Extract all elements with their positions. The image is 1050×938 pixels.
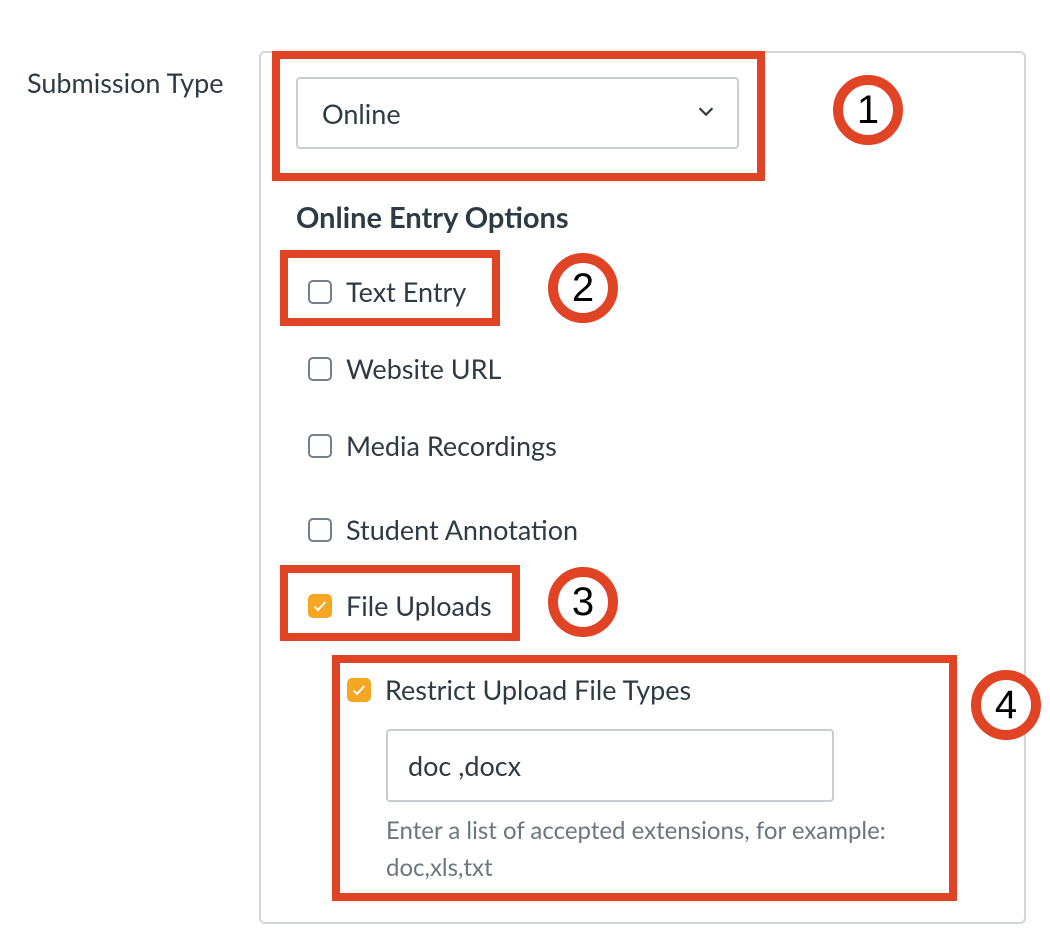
check-icon [312, 598, 328, 614]
submission-type-select-value: Online [322, 97, 695, 130]
allowed-extensions-input[interactable] [386, 729, 834, 802]
media-recordings-label[interactable]: Media Recordings [346, 429, 557, 462]
text-entry-checkbox[interactable] [308, 280, 332, 304]
file-uploads-label[interactable]: File Uploads [346, 589, 492, 622]
website-url-label[interactable]: Website URL [346, 352, 501, 385]
chevron-down-icon [695, 99, 717, 128]
text-entry-label[interactable]: Text Entry [346, 275, 466, 308]
file-uploads-checkbox[interactable] [308, 594, 332, 618]
website-url-checkbox[interactable] [308, 357, 332, 381]
media-recordings-checkbox[interactable] [308, 434, 332, 458]
restrict-file-types-label[interactable]: Restrict Upload File Types [385, 673, 691, 706]
option-text-entry: Text Entry [308, 275, 466, 308]
submission-type-label: Submission Type [27, 66, 224, 99]
option-website-url: Website URL [308, 352, 501, 385]
allowed-extensions-help-text: Enter a list of accepted extensions, for… [386, 812, 946, 886]
option-media-recordings: Media Recordings [308, 429, 557, 462]
option-file-uploads: File Uploads [308, 589, 492, 622]
check-icon [351, 682, 367, 698]
student-annotation-checkbox[interactable] [308, 518, 332, 542]
student-annotation-label[interactable]: Student Annotation [346, 513, 578, 546]
option-student-annotation: Student Annotation [308, 513, 578, 546]
restrict-file-types-checkbox[interactable] [347, 678, 371, 702]
option-restrict-upload-file-types: Restrict Upload File Types [347, 673, 691, 706]
online-entry-options-heading: Online Entry Options [296, 200, 569, 235]
submission-type-select[interactable]: Online [296, 77, 739, 149]
